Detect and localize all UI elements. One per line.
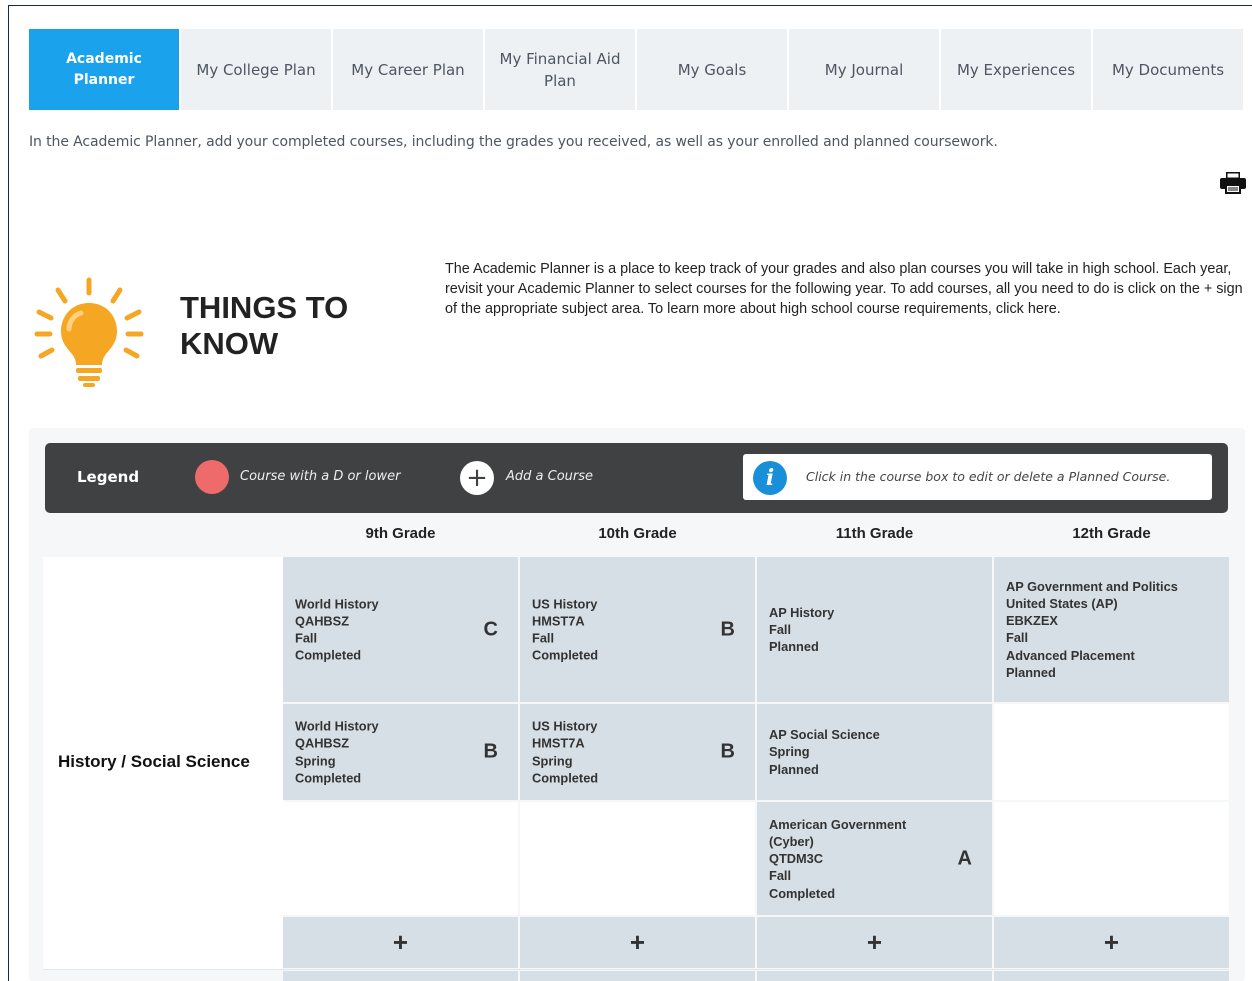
course-name: World History [295, 718, 379, 734]
add-course-button[interactable]: + [994, 917, 1229, 968]
tab-my-college-plan[interactable]: My College Plan [181, 29, 331, 110]
subject-history-social-science: History / Social Science [43, 557, 283, 969]
course-detail-line: Completed [532, 647, 599, 663]
empty-course-slot [994, 802, 1229, 915]
course-detail-line: Fall [295, 630, 318, 646]
things-to-know-heading: THINGS TO KNOW [180, 290, 349, 361]
course-card[interactable]: AP Government and Politics United States… [994, 557, 1229, 702]
course-detail-line: QAHBSZ [295, 735, 350, 751]
course-details: AP Social Science Spring Planned [769, 726, 952, 778]
things-to-know-description: The Academic Planner is a place to keep … [445, 261, 1243, 317]
course-details: American Government (Cyber) QTDM3C Fall Com… [769, 815, 952, 901]
empty-course-slot [994, 704, 1229, 800]
course-grade: B [720, 740, 735, 763]
course-card[interactable]: US History HMST7A Fall Completed B [520, 557, 755, 702]
course-details: US History HMST7A Spring Completed [532, 717, 715, 786]
lightbulb-icon [34, 277, 144, 387]
next-subject-row [994, 971, 1229, 981]
course-card[interactable]: American Government (Cyber) QTDM3C Fall Com… [757, 802, 992, 915]
plus-circle-icon: + [460, 461, 494, 495]
course-details: US History HMST7A Fall Completed [532, 595, 715, 664]
course-name: US History [532, 718, 598, 734]
next-subject-row [757, 971, 992, 981]
low-grade-dot-icon [195, 460, 229, 494]
course-card[interactable]: World History QAHBSZ Spring Completed B [283, 704, 518, 800]
legend-bar: Legend Course with a D or lower + Add a … [45, 443, 1228, 513]
tab-my-career-plan[interactable]: My Career Plan [333, 29, 483, 110]
next-subject-row [520, 971, 755, 981]
course-detail-line: Fall [1006, 630, 1029, 646]
course-grade: B [483, 740, 498, 763]
course-card[interactable]: AP History Fall Planned [757, 557, 992, 702]
course-name: AP Government and Politics United States… [1006, 578, 1178, 611]
course-detail-line: HMST7A [532, 613, 585, 629]
add-course-button[interactable]: + [283, 917, 518, 968]
course-detail-line: Completed [532, 770, 599, 786]
course-details: World History QAHBSZ Fall Completed [295, 595, 478, 664]
course-grade: B [720, 618, 735, 640]
legend-title: Legend [77, 468, 140, 486]
course-detail-line: QAHBSZ [295, 613, 350, 629]
course-detail-line: HMST7A [532, 735, 585, 751]
grade-header-11: 11th Grade [835, 525, 914, 542]
course-detail-line: Completed [295, 647, 362, 663]
course-detail-line: Spring [532, 753, 573, 768]
printer-icon[interactable] [1220, 172, 1246, 194]
intro-text: In the Academic Planner, add your comple… [29, 134, 998, 150]
course-detail-line: Planned [1006, 665, 1056, 681]
course-detail-line: Completed [295, 770, 362, 786]
next-subject-row [283, 971, 518, 981]
course-details: AP Government and Politics United States… [1006, 578, 1189, 682]
course-detail-line: Planned [769, 761, 819, 777]
tab-my-experiences[interactable]: My Experiences [941, 29, 1091, 110]
tab-academic-planner[interactable]: Academic Planner [29, 29, 179, 110]
course-detail-line: QTDM3C [769, 850, 824, 866]
legend-info-text: Click in the course box to edit or delet… [806, 469, 1171, 484]
course-details: World History QAHBSZ Spring Completed [295, 717, 478, 786]
tab-my-financial-aid-plan[interactable]: My Financial Aid Plan [485, 29, 635, 110]
info-icon: i [753, 461, 787, 495]
course-details: AP History Fall Planned [769, 604, 952, 656]
course-detail-line: Fall [769, 868, 792, 884]
course-detail-line: Advanced Placement [1006, 647, 1135, 663]
empty-course-slot [283, 802, 518, 915]
row-divider [43, 969, 1229, 970]
tab-my-goals[interactable]: My Goals [637, 29, 787, 110]
course-detail-line: Spring [295, 753, 336, 768]
course-grade: C [483, 618, 498, 640]
course-name: AP Social Science [769, 727, 880, 743]
grade-header-9: 9th Grade [365, 525, 436, 542]
course-detail-line: Fall [769, 621, 792, 637]
course-grade: A [957, 847, 972, 869]
course-detail-line: Fall [532, 630, 555, 646]
empty-course-slot [520, 802, 755, 915]
course-card[interactable]: AP Social Science Spring Planned [757, 704, 992, 800]
legend-low-grade-text: Course with a D or lower [240, 469, 401, 484]
add-course-button[interactable]: + [757, 917, 992, 968]
legend-info-box: i Click in the course box to edit or del… [743, 454, 1212, 500]
tab-bar: Academic Planner My College Plan My Care… [29, 29, 1243, 110]
tab-my-documents[interactable]: My Documents [1093, 29, 1243, 110]
course-detail-line: EBKZEX [1006, 613, 1058, 629]
requirements-link[interactable]: here. [1028, 301, 1061, 317]
grade-header-12: 12th Grade [1072, 525, 1151, 542]
course-name: American Government (Cyber) [769, 816, 907, 849]
add-course-button[interactable]: + [520, 917, 755, 968]
course-name: AP History [769, 604, 835, 620]
course-detail-line: Completed [769, 885, 836, 901]
course-card[interactable]: World History QAHBSZ Fall Completed C [283, 557, 518, 702]
legend-add-text: Add a Course [506, 469, 594, 484]
course-detail-line: Spring [769, 744, 810, 760]
course-card[interactable]: US History HMST7A Spring Completed B [520, 704, 755, 800]
course-name: US History [532, 595, 598, 611]
grade-header-10: 10th Grade [598, 525, 677, 542]
tab-my-journal[interactable]: My Journal [789, 29, 939, 110]
course-name: World History [295, 595, 379, 611]
course-detail-line: Planned [769, 639, 819, 655]
subject-label: History / Social Science [58, 752, 250, 771]
